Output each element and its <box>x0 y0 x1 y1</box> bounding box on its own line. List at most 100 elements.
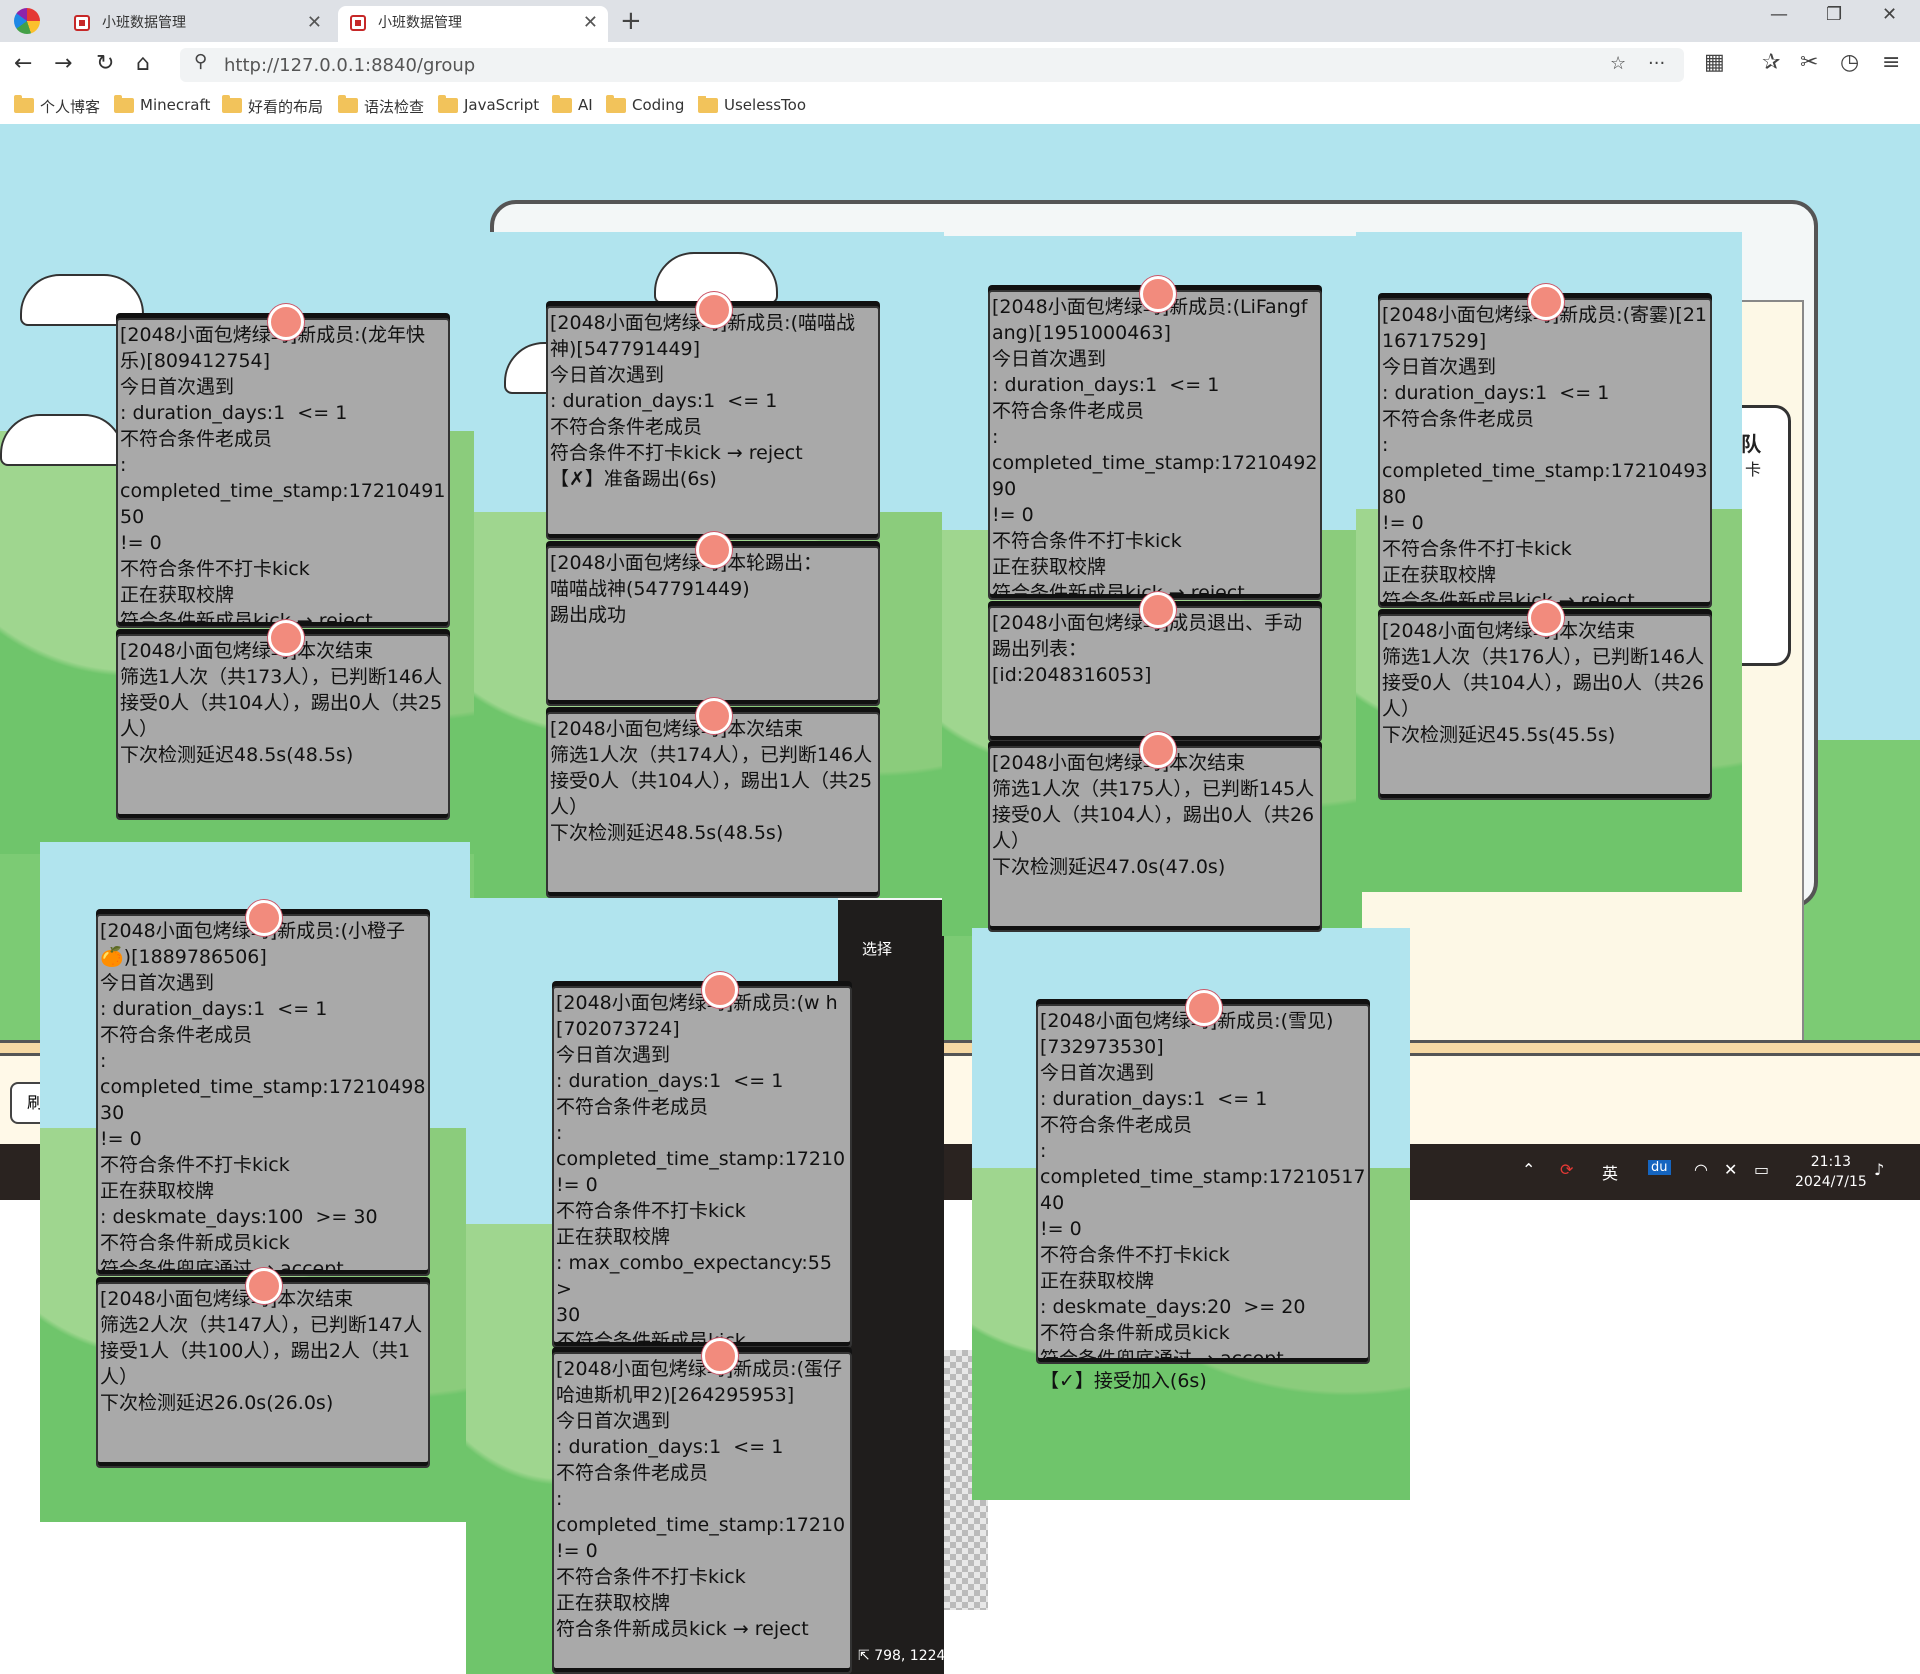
team-card-label: 队 <box>1741 432 1761 456</box>
note-text: [2048小面包烤绿鸟]新成员:(寄霎)[2116717529] 今日首次遇到 … <box>1382 304 1708 608</box>
scissors-icon[interactable]: ✂ <box>1800 50 1818 75</box>
bookmark-folder[interactable]: JavaScript <box>438 95 540 114</box>
log-note: [2048小面包烤绿鸟]本轮踢出： 喵喵战神(547791449) 踢出成功 <box>546 546 880 706</box>
favorites-icon[interactable]: ✰ <box>1762 50 1780 75</box>
browser-logo-icon[interactable] <box>14 8 40 34</box>
log-note: [2048小面包烤绿鸟]新成员:(喵喵战神)[547791449] 今日首次遇到… <box>546 306 880 540</box>
folder-icon <box>222 95 242 113</box>
bookmark-folder[interactable]: AI <box>552 95 593 114</box>
note-text: [2048小面包烤绿鸟]新成员:(雪见) [732973530] 今日首次遇到 … <box>1040 1010 1366 1364</box>
menu-icon[interactable]: ≡ <box>1882 50 1900 75</box>
pin-icon <box>1186 990 1222 1026</box>
restore-icon[interactable]: ❐ <box>1826 4 1842 25</box>
url-text[interactable]: http://127.0.0.1:8840/group <box>224 55 475 76</box>
bookmark-label: UselessToo <box>724 96 807 114</box>
bookmark-folder[interactable]: Minecraft <box>114 95 210 114</box>
pin-icon <box>1528 600 1564 636</box>
forward-icon[interactable]: → <box>54 50 72 78</box>
pin-icon <box>246 900 282 936</box>
folder-icon <box>698 96 718 113</box>
home-icon[interactable]: ⌂ <box>136 50 150 78</box>
close-icon[interactable]: ✕ <box>307 6 322 40</box>
tab-title: 小班数据管理 <box>102 15 186 31</box>
log-note: [2048小面包烤绿鸟]新成员:(LiFangfang)[1951000463]… <box>988 290 1322 600</box>
log-note: [2048小面包烤绿鸟]本次结束 筛选1人次（共174人），已判断146人 接受… <box>546 712 880 898</box>
log-note: [2048小面包烤绿鸟]本次结束 筛选1人次（共175人），已判断145人 接受… <box>988 746 1322 932</box>
baidu-icon[interactable]: du <box>1648 1160 1671 1175</box>
bookmark-folder[interactable]: 语法检查 <box>338 95 424 117</box>
tab-title: 小班数据管理 <box>378 15 462 31</box>
bookmark-label: 好看的布局 <box>248 98 324 116</box>
chevron-up-icon[interactable]: ⌃ <box>1522 1160 1535 1179</box>
history-icon[interactable]: ◷ <box>1840 50 1859 75</box>
tab-2[interactable]: 小班数据管理 ✕ <box>338 6 608 42</box>
pin-icon <box>696 292 732 328</box>
note-text: [2048小面包烤绿鸟]本次结束 筛选1人次（共176人），已判断146人 接受… <box>1382 620 1705 746</box>
log-note: [2048小面包烤绿鸟]本次结束 筛选2人次（共147人），已判断147人 接受… <box>96 1282 430 1468</box>
pin-icon <box>1140 276 1176 312</box>
address-bar[interactable]: ⚲ http://127.0.0.1:8840/group ☆ ··· <box>180 48 1684 82</box>
note-text: [2048小面包烤绿鸟]新成员:(蛋仔 哈迪斯机甲2)[264295953] 今… <box>556 1358 846 1640</box>
folder-icon <box>338 95 358 113</box>
mute-icon[interactable]: ✕ <box>1724 1160 1737 1179</box>
note-text: [2048小面包烤绿鸟]新成员:(喵喵战神)[547791449] 今日首次遇到… <box>550 312 855 490</box>
note-text: [2048小面包烤绿鸟]本次结束 筛选2人次（共147人），已判断147人 接受… <box>100 1288 423 1414</box>
log-note: [2048小面包烤绿鸟]新成员:(龙年快乐)[809412754] 今日首次遇到… <box>116 318 450 628</box>
note-text: [2048小面包烤绿鸟]新成员:(龙年快乐)[809412754] 今日首次遇到… <box>120 324 446 628</box>
clock-date: 2024/7/15 <box>1795 1174 1867 1190</box>
note-text: [2048小面包烤绿鸟]新成员:(LiFangfang)[1951000463]… <box>992 296 1318 600</box>
folder-icon <box>552 95 572 113</box>
notification-icon[interactable]: ♪ <box>1874 1160 1884 1179</box>
search-icon: ⚲ <box>194 51 208 72</box>
note-text: [2048小面包烤绿鸟]新成员:(小橙子🍊)[1889786506] 今日首次遇… <box>100 920 426 1276</box>
battery-icon[interactable]: ▭ <box>1754 1160 1769 1179</box>
log-note: [2048小面包烤绿鸟]本次结束 筛选1人次（共173人），已判断146人 接受… <box>116 634 450 820</box>
note-text: [2048小面包烤绿鸟]本轮踢出： 喵喵战神(547791449) 踢出成功 <box>550 552 823 626</box>
new-tab-icon[interactable]: + <box>620 6 642 36</box>
snip-toolbar <box>838 900 944 1674</box>
clock[interactable]: 21:13 2024/7/15 <box>1795 1152 1867 1192</box>
more-icon[interactable]: ··· <box>1648 53 1665 74</box>
pin-icon <box>702 1338 738 1374</box>
window-close-icon[interactable]: ✕ <box>1882 4 1897 25</box>
bookmark-label: AI <box>578 96 593 114</box>
minimize-icon[interactable]: — <box>1770 4 1788 25</box>
log-note: [2048小面包烤绿鸟]新成员:(小橙子🍊)[1889786506] 今日首次遇… <box>96 914 430 1276</box>
note-text: [2048小面包烤绿鸟]本次结束 筛选1人次（共173人），已判断146人 接受… <box>120 640 443 766</box>
pin-icon <box>696 532 732 568</box>
coords-text: 798, 1224像素 <box>874 1648 974 1664</box>
sync-icon[interactable]: ⟳ <box>1560 1160 1573 1179</box>
bookmark-folder[interactable]: 好看的布局 <box>222 95 324 117</box>
select-tool-label[interactable]: 选择 <box>862 938 892 959</box>
pin-icon <box>696 698 732 734</box>
log-note: [2048小面包烤绿鸟]新成员:(雪见) [732973530] 今日首次遇到 … <box>1036 1004 1370 1364</box>
apps-icon[interactable]: ▦ <box>1704 50 1725 75</box>
team-card-sub: 卡 <box>1745 460 1762 479</box>
reload-icon[interactable]: ↻ <box>96 50 114 78</box>
cursor-coords: ⇱ 798, 1224像素 <box>858 1648 974 1664</box>
bookmark-label: 个人博客 <box>40 98 101 116</box>
bookmark-label: JavaScript <box>464 96 540 114</box>
star-icon[interactable]: ☆ <box>1610 53 1626 74</box>
favicon-icon <box>350 15 366 31</box>
bookmarks-bar: 个人博客 Minecraft 好看的布局 语法检查 JavaScript AI … <box>0 88 1920 125</box>
tab-bar: 小班数据管理 ✕ 小班数据管理 ✕ + — ❐ ✕ <box>0 0 1920 42</box>
note-text: [2048小面包烤绿鸟]本次结束 筛选1人次（共174人），已判断146人 接受… <box>550 718 873 844</box>
wifi-icon[interactable]: ◠ <box>1694 1160 1708 1179</box>
ime-indicator[interactable]: 英 <box>1602 1160 1618 1184</box>
note-text: [2048小面包烤绿鸟]本次结束 筛选1人次（共175人），已判断145人 接受… <box>992 752 1315 878</box>
bookmark-folder[interactable]: Coding <box>606 95 684 114</box>
pin-icon <box>702 972 738 1008</box>
pin-icon <box>268 304 304 340</box>
pin-icon <box>268 620 304 656</box>
nav-bar: ← → ↻ ⌂ ⚲ http://127.0.0.1:8840/group ☆ … <box>0 42 1920 88</box>
tab-1[interactable]: 小班数据管理 ✕ <box>62 6 332 42</box>
log-note: [2048小面包烤绿鸟]新成员:(寄霎)[2116717529] 今日首次遇到 … <box>1378 298 1712 608</box>
bookmark-folder[interactable]: UselessToo <box>698 96 834 114</box>
bookmark-folder[interactable]: 个人博客 <box>14 95 101 117</box>
pin-icon <box>1528 284 1564 320</box>
back-icon[interactable]: ← <box>14 50 32 78</box>
folder-icon <box>114 95 134 113</box>
folder-icon <box>606 95 626 113</box>
close-icon[interactable]: ✕ <box>583 6 598 40</box>
